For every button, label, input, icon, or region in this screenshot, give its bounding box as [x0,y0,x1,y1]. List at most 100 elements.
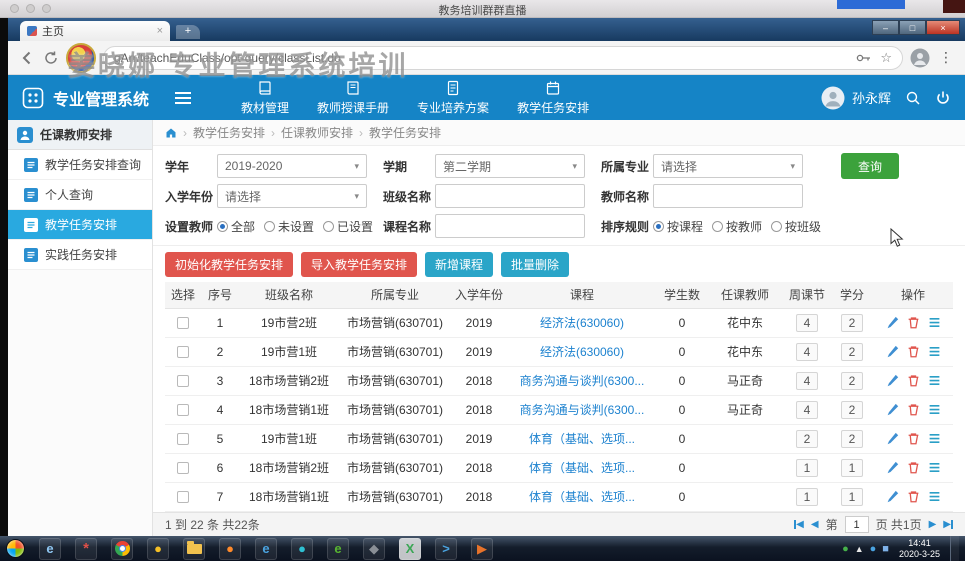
page-number-input[interactable]: 1 [845,516,869,533]
course-link[interactable]: 体育（基础、选项... [529,490,635,504]
sidebar-item-task-arrange[interactable]: 教学任务安排 [8,210,152,240]
chrome-icon[interactable] [111,538,133,560]
detail-list-icon[interactable] [928,316,941,329]
course-link[interactable]: 商务沟通与谈判(6300... [520,374,645,388]
reload-icon[interactable] [43,50,59,66]
radio-all[interactable]: 全部 [217,218,255,235]
menu-toggle-icon[interactable] [171,88,195,108]
app-launcher-icon[interactable]: * [75,538,97,560]
ie-icon[interactable]: e [255,538,277,560]
delete-icon[interactable] [907,432,920,445]
show-desktop-button[interactable] [950,536,959,561]
radio-by-course[interactable]: 按课程 [653,218,703,235]
add-course-button[interactable]: 新增课程 [425,252,493,277]
edit-icon[interactable] [886,374,899,387]
browser-tab[interactable]: 主页 × [20,21,170,41]
power-icon[interactable] [935,90,951,106]
back-icon[interactable] [18,49,36,67]
course-name-input[interactable] [435,214,585,238]
taskbar-clock[interactable]: 14:41 2020-3-25 [895,538,944,560]
nav-item-training-plan[interactable]: 专业培养方案 [417,80,489,116]
network-tray-icon[interactable]: ● [870,543,877,555]
safety-tray-icon[interactable]: ● [842,543,849,555]
edit-icon[interactable] [886,316,899,329]
nav-item-textbook[interactable]: 教材管理 [241,80,289,116]
major-select[interactable]: 请选择▾ [653,154,803,178]
edit-icon[interactable] [886,490,899,503]
delete-icon[interactable] [907,461,920,474]
browser-profile-avatar[interactable] [910,48,930,68]
radio-by-teacher[interactable]: 按教师 [712,218,762,235]
detail-list-icon[interactable] [928,345,941,358]
home-icon[interactable] [165,127,177,139]
security-icon[interactable]: ◆ [363,538,385,560]
row-checkbox[interactable] [177,404,189,416]
breadcrumb-item[interactable]: 教学任务安排 [369,124,441,141]
ie-taskbar-icon[interactable]: e [39,538,61,560]
course-link[interactable]: 经济法(630060) [540,316,624,330]
import-tasks-button[interactable]: 导入教学任务安排 [301,252,417,277]
detail-list-icon[interactable] [928,432,941,445]
row-checkbox[interactable] [177,433,189,445]
radio-set[interactable]: 已设置 [323,218,373,235]
course-link[interactable]: 体育（基础、选项... [529,461,635,475]
last-page-icon[interactable]: ▶ [943,519,953,530]
user-menu[interactable]: 孙永辉 [821,86,891,110]
nav-item-handbook[interactable]: 教师授课手册 [317,80,389,116]
row-checkbox[interactable] [177,317,189,329]
sidebar-item-task-query[interactable]: 教学任务安排查询 [8,150,152,180]
row-checkbox[interactable] [177,462,189,474]
delete-icon[interactable] [907,345,920,358]
qq-browser-icon[interactable]: ● [291,538,313,560]
url-text[interactable]: gArr/teachEduClass/opt-query/classList.d… [114,51,848,65]
browser-green-icon[interactable]: e [327,538,349,560]
first-page-icon[interactable]: ◀ [794,519,804,530]
school-year-select[interactable]: 2019-2020▾ [217,154,367,178]
breadcrumb-item[interactable]: 任课教师安排 [281,124,353,141]
row-checkbox[interactable] [177,375,189,387]
detail-list-icon[interactable] [928,461,941,474]
window-close-button[interactable]: × [926,20,960,35]
browser-menu-icon[interactable]: ⋮ [937,49,955,66]
search-icon[interactable] [905,90,921,106]
app-yellow-icon[interactable]: ● [147,538,169,560]
detail-list-icon[interactable] [928,403,941,416]
firefox-icon[interactable]: ● [219,538,241,560]
edit-icon[interactable] [886,461,899,474]
detail-list-icon[interactable] [928,490,941,503]
semester-select[interactable]: 第二学期▾ [435,154,585,178]
row-checkbox[interactable] [177,491,189,503]
new-tab-button[interactable]: + [176,25,200,39]
delete-icon[interactable] [907,374,920,387]
remote-tool-icon[interactable]: > [435,538,457,560]
row-checkbox[interactable] [177,346,189,358]
enroll-year-select[interactable]: 请选择▾ [217,184,367,208]
password-key-icon[interactable] [856,53,872,63]
start-button[interactable] [6,539,25,558]
edit-icon[interactable] [886,345,899,358]
course-link[interactable]: 体育（基础、选项... [529,432,635,446]
breadcrumb-item[interactable]: 教学任务安排 [193,124,265,141]
course-link[interactable]: 经济法(630060) [540,345,624,359]
ime-tray-icon[interactable]: ■ [882,543,889,555]
delete-icon[interactable] [907,403,920,416]
next-page-icon[interactable]: ▶ [929,519,937,530]
radio-unset[interactable]: 未设置 [264,218,314,235]
address-bar[interactable]: gArr/teachEduClass/opt-query/classList.d… [103,46,903,70]
class-name-input[interactable] [435,184,585,208]
delete-icon[interactable] [907,316,920,329]
tab-close-icon[interactable]: × [157,25,163,37]
window-minimize-button[interactable]: – [872,20,899,35]
edit-icon[interactable] [886,403,899,416]
teacher-name-input[interactable] [653,184,803,208]
init-tasks-button[interactable]: 初始化教学任务安排 [165,252,293,277]
edit-icon[interactable] [886,432,899,445]
sidebar-item-personal-query[interactable]: 个人查询 [8,180,152,210]
batch-delete-button[interactable]: 批量删除 [501,252,569,277]
folder-icon[interactable] [183,538,205,560]
up-arrow-tray-icon[interactable]: ▲ [855,544,864,554]
bookmark-star-icon[interactable]: ☆ [880,50,892,66]
detail-list-icon[interactable] [928,374,941,387]
prev-page-icon[interactable]: ◀ [811,519,819,530]
query-button[interactable]: 查询 [841,153,899,179]
